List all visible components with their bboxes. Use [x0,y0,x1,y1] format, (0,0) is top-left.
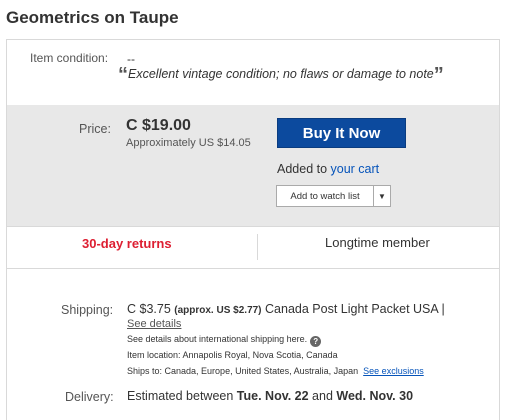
shipping-approx: (approx. US $2.77) [174,305,262,316]
price-label: Price: [79,122,111,136]
see-details-link[interactable]: See details [127,318,181,330]
caret-down-icon: ▼ [378,191,386,201]
delivery-label: Delivery: [65,390,114,404]
condition-label: Item condition: [30,51,109,65]
intl-note-text: See details about international shipping… [127,334,308,344]
returns-badge: 30-day returns [82,236,172,251]
ships-to: Ships to: Canada, Europe, United States,… [127,366,424,376]
delivery-middle: and [308,389,337,403]
international-shipping-note: See details about international shipping… [127,334,322,347]
added-to-cart-text: Added to your cart [277,162,379,176]
item-details-panel [6,39,500,420]
price-value: C $19.00 [126,117,191,134]
shipping-cost: C $3.75 [127,302,171,316]
help-icon[interactable]: ? [310,336,322,347]
delivery-prefix: Estimated between [127,389,237,403]
condition-description: “Excellent vintage condition; no flaws o… [118,64,444,87]
divider [7,226,499,227]
shipping-summary: C $3.75 (approx. US $2.77) Canada Post L… [127,302,445,316]
added-prefix: Added to [277,162,331,176]
delivery-end-date: Wed. Nov. 30 [336,389,414,403]
watch-list-control: Add to watch list ▼ [276,185,391,207]
your-cart-link[interactable]: your cart [331,162,380,176]
shipping-label: Shipping: [61,303,114,317]
watch-list-dropdown[interactable]: ▼ [374,186,390,206]
seller-status: Longtime member [325,235,430,250]
shipping-service: Canada Post Light Packet USA | [265,302,445,316]
delivery-start-date: Tue. Nov. 22 [236,389,309,403]
condition-quote-text: Excellent vintage condition; no flaws or… [128,67,434,81]
item-location: Item location: Annapolis Royal, Nova Sco… [127,350,338,360]
see-exclusions-link[interactable]: See exclusions [363,366,424,376]
close-quote-icon: ” [433,64,444,86]
divider [7,268,499,269]
divider-vertical [257,234,258,260]
add-to-watch-list-button[interactable]: Add to watch list [277,186,374,206]
ships-to-text: Ships to: Canada, Europe, United States,… [127,366,359,376]
item-title: Geometrics on Taupe [6,8,179,27]
delivery-estimate: Estimated between Tue. Nov. 22 and Wed. … [127,389,413,403]
open-quote-icon: “ [118,64,128,86]
buy-it-now-button[interactable]: Buy It Now [277,118,406,148]
price-approx: Approximately US $14.05 [126,137,251,149]
